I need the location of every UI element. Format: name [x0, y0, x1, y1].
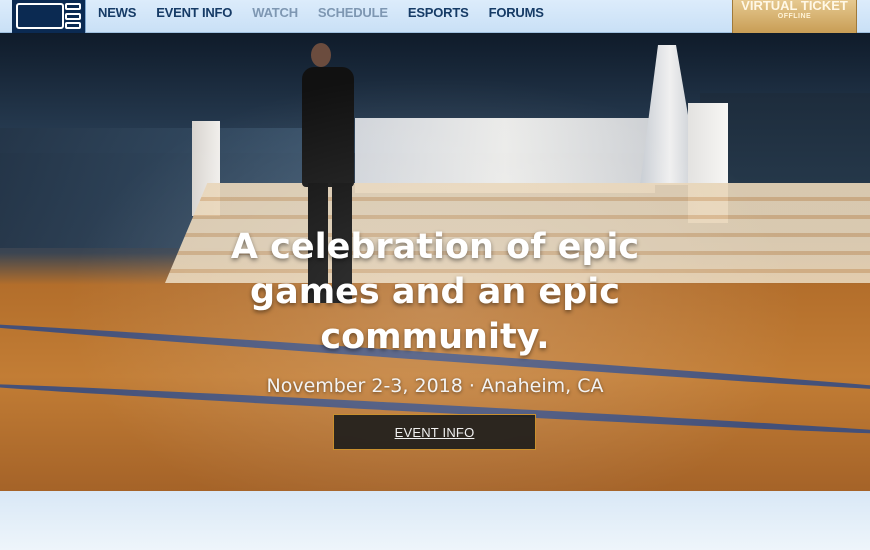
nav-event-info[interactable]: EVENT INFO: [156, 5, 232, 20]
hero-title: A celebration of epic games and an epic …: [230, 227, 640, 357]
event-info-button[interactable]: EVENT INFO: [333, 414, 536, 450]
lower-content-section: [0, 491, 870, 550]
virtual-ticket-status: OFFLINE: [777, 13, 812, 20]
nav-esports[interactable]: ESPORTS: [408, 5, 469, 20]
blizzcon-logo[interactable]: [12, 0, 86, 33]
hero-date-location: November 2-3, 2018 · Anaheim, CA: [266, 375, 604, 397]
blizzcon-logo-mark: [16, 3, 64, 29]
nav-watch[interactable]: WATCH: [252, 5, 298, 20]
top-navigation-bar: NEWS EVENT INFO WATCH SCHEDULE ESPORTS F…: [0, 0, 870, 33]
virtual-ticket-label: VIRTUAL TICKET: [741, 0, 848, 13]
nav-news[interactable]: NEWS: [98, 5, 136, 20]
nav-forums[interactable]: FORUMS: [489, 5, 544, 20]
main-nav: NEWS EVENT INFO WATCH SCHEDULE ESPORTS F…: [98, 0, 544, 24]
virtual-ticket-button[interactable]: VIRTUAL TICKET OFFLINE: [732, 0, 857, 33]
hero-banner: A celebration of epic games and an epic …: [0, 33, 870, 491]
blizzcon-logo-stack: [65, 3, 81, 29]
nav-schedule[interactable]: SCHEDULE: [318, 5, 388, 20]
